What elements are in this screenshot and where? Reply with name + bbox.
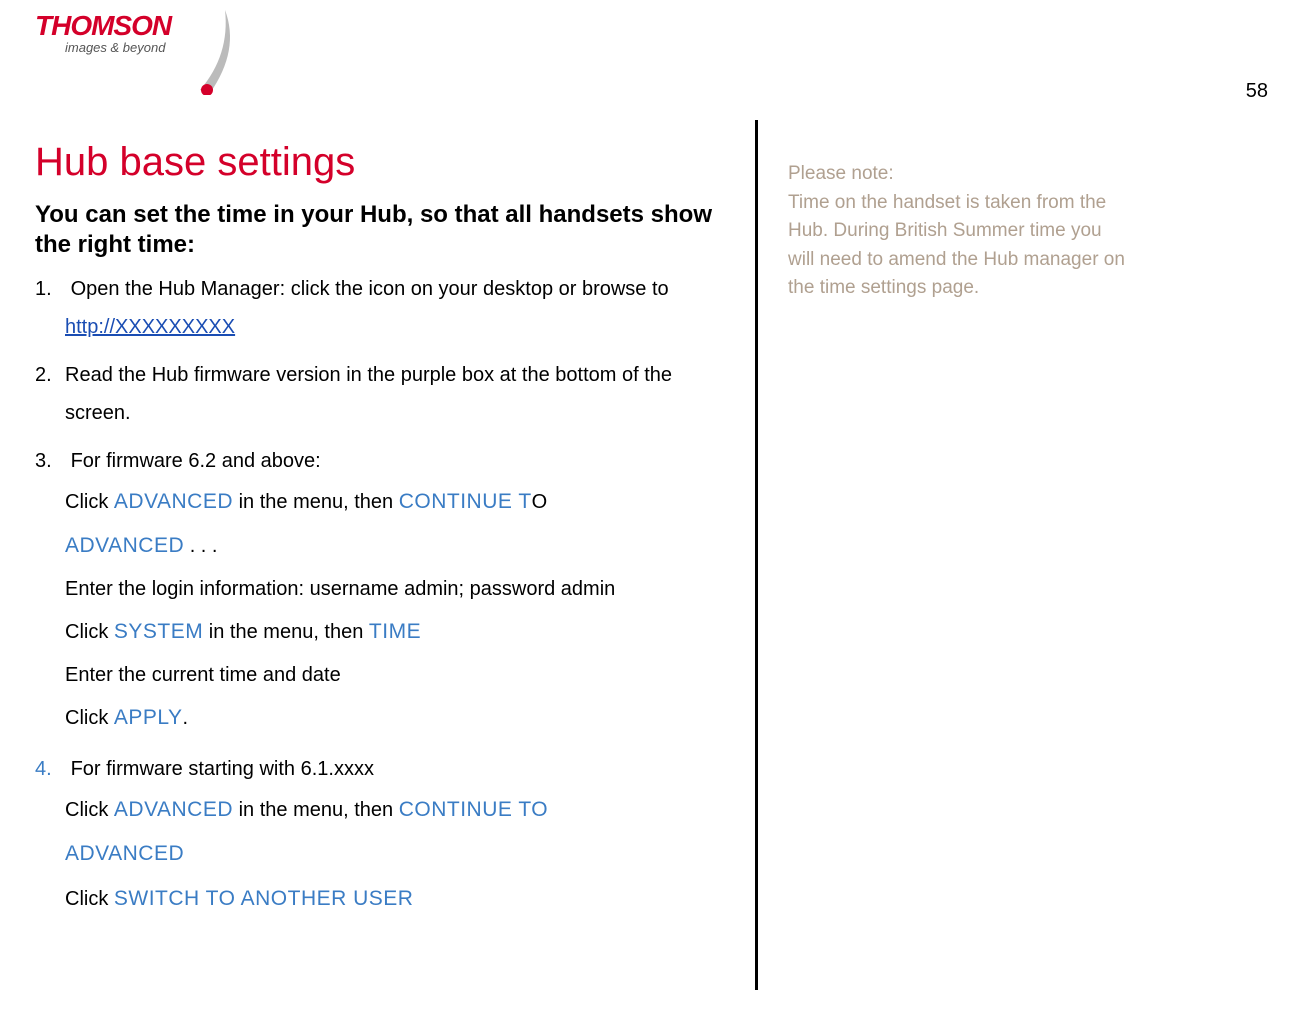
continue-to-term: CONTINUE TO <box>399 798 548 821</box>
advanced-term: ADVANCED <box>65 842 184 865</box>
text: Click <box>65 621 114 643</box>
step-4-block: Click ADVANCED in the menu, then CONTINU… <box>65 788 715 920</box>
side-note-column: Please note: Time on the handset is take… <box>755 120 1128 990</box>
advanced-term: ADVANCED <box>114 798 233 821</box>
step-4-intro: For firmware starting with 6.1.xxxx <box>71 758 374 780</box>
steps-list: Open the Hub Manager: click the icon on … <box>35 270 715 921</box>
text: in the menu, then <box>203 621 369 643</box>
main-column: Hub base settings You can set the time i… <box>35 120 755 990</box>
content: Hub base settings You can set the time i… <box>0 120 1298 990</box>
text: Click <box>65 799 114 821</box>
step-2: Read the Hub firmware version in the pur… <box>65 356 715 432</box>
hub-manager-link[interactable]: http://XXXXXXXXX <box>65 316 235 338</box>
advanced-term: ADVANCED <box>114 490 233 513</box>
text: O <box>532 491 548 513</box>
text: Enter the current time and date <box>65 664 341 686</box>
step-1-text: Open the Hub Manager: click the icon on … <box>71 278 669 300</box>
step-3-block: Click ADVANCED in the menu, then CONTINU… <box>65 480 715 740</box>
text: Click <box>65 491 114 513</box>
subtitle: You can set the time in your Hub, so tha… <box>35 200 715 260</box>
apply-term: APPLY <box>114 706 183 729</box>
page-number: 58 <box>1246 80 1268 103</box>
time-term: TIME <box>369 620 421 643</box>
logo-tagline: images & beyond <box>65 40 171 55</box>
continue-to-term: CONTINUE T <box>399 490 532 513</box>
text: Click <box>65 888 114 910</box>
note-body: Time on the handset is taken from the Hu… <box>788 189 1128 303</box>
note-title: Please note: <box>788 160 1128 189</box>
step-3-intro: For firmware 6.2 and above: <box>71 450 321 472</box>
system-term: SYSTEM <box>114 620 203 643</box>
text: Click <box>65 707 114 729</box>
text: in the menu, then <box>233 799 399 821</box>
text: in the menu, then <box>233 491 399 513</box>
text: . . . <box>184 535 217 557</box>
switch-user-term: SWITCH TO ANOTHER USER <box>114 887 414 910</box>
step-3: For firmware 6.2 and above: Click ADVANC… <box>65 442 715 740</box>
logo-swoosh-icon <box>195 5 265 95</box>
logo-brand: THOMSON <box>35 10 171 42</box>
step-4: For firmware starting with 6.1.xxxx Clic… <box>65 750 715 920</box>
text: . <box>183 707 189 729</box>
advanced-term: ADVANCED <box>65 534 184 557</box>
text: Enter the login information: username ad… <box>65 578 615 600</box>
header: THOMSON images & beyond 58 <box>0 0 1298 100</box>
thomson-logo: THOMSON images & beyond <box>35 10 171 55</box>
step-1: Open the Hub Manager: click the icon on … <box>65 270 715 346</box>
page-title: Hub base settings <box>35 140 715 185</box>
